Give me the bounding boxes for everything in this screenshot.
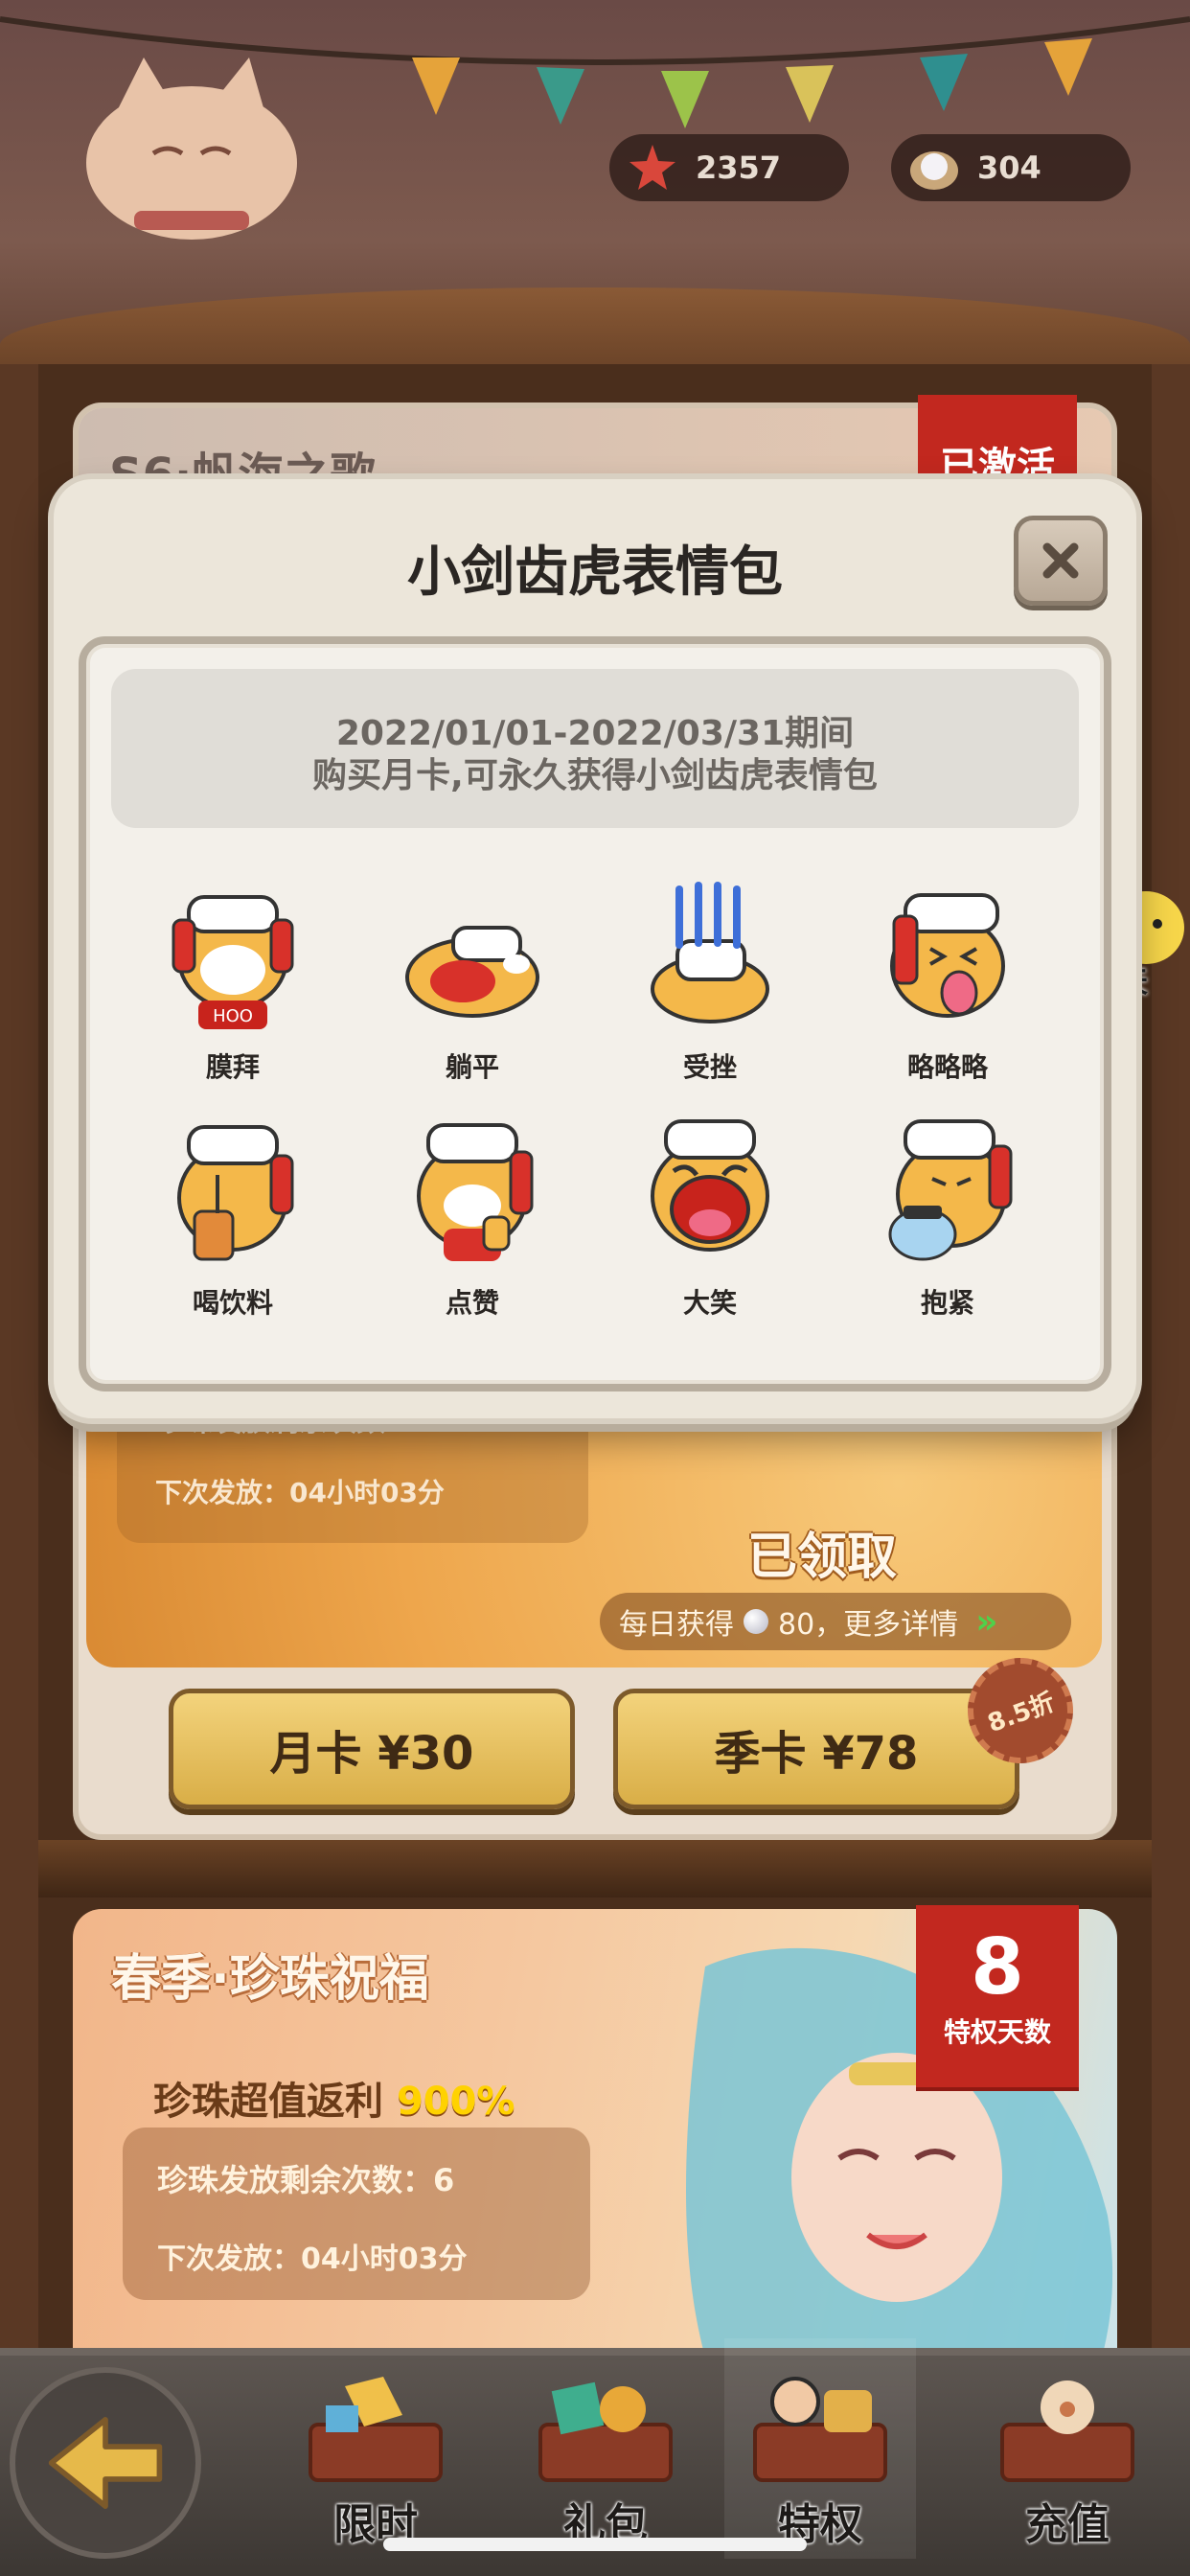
tiger-laugh-icon [651,1119,769,1252]
recharge-crate-icon [1000,2380,1134,2482]
close-icon [1042,542,1079,579]
daily-reward-bar[interactable]: 每日获得 80，更多详情 » [600,1593,1071,1650]
spring-remaining: 珍珠发放剩余次数：6 [157,2162,455,2198]
sticker-hug[interactable]: 抱紧 [866,1117,1029,1319]
privilege-days-count: 8 [971,1922,1024,2012]
rebate-banner: 珍珠超值返利 900% [153,2070,515,2126]
nav-limited[interactable]: 限时 [280,2338,471,2559]
pearl-count: 304 [977,150,1041,186]
arrow-left-icon [48,2417,163,2509]
sticker-label: 躺平 [445,1051,499,1083]
claimed-label: 已领取 [747,1529,898,1586]
nav-gift-pack[interactable]: 礼包 [510,2338,701,2559]
sticker-label: 受挫 [682,1051,737,1083]
season-card-button[interactable]: 季卡 ¥78 [613,1689,1019,1809]
tiger-drink-icon [177,1125,294,1261]
limited-crate-icon [309,2377,443,2482]
spring-next-release: 下次发放：04小时03分 [157,2242,468,2276]
tiger-frustrated-icon [651,882,769,1024]
tiger-tongue-icon [890,893,1005,1018]
tiger-worship-icon: HOO [172,895,294,1029]
daily-label: 每日获得 [619,1608,734,1642]
modal-title: 小剑齿虎表情包 [407,541,783,604]
sticker-thumbs-up[interactable]: 点赞 [391,1117,554,1319]
starfish-currency[interactable]: 2357 [609,134,849,201]
rebate-label: 珍珠超值返利 [153,2080,383,2124]
gift-crate-icon [538,2381,673,2482]
promo-description: 购买月卡,可永久获得小剑齿虎表情包 [312,756,878,795]
double-chevron-right-icon: » [975,1601,998,1642]
sticker-frustrated[interactable]: 受挫 [629,882,791,1083]
shelf-divider [38,1840,1152,1898]
tiger-thumbs-up-icon [417,1123,534,1261]
privilege-crate-icon [753,2377,887,2482]
sticker-label: 膜拜 [205,1051,260,1083]
svg-text:HOO: HOO [213,1006,253,1026]
privilege-days-label: 特权天数 [943,2016,1051,2048]
spring-title: 春季·珍珠祝福 [111,1950,429,2008]
daily-amount: 80，更多详情 [778,1608,959,1642]
sticker-label: 喝饮料 [192,1287,273,1319]
cat-mascot-illustration [86,58,297,240]
sticker-label: 大笑 [682,1287,737,1319]
privilege-days-ribbon: 8 特权天数 [916,1905,1079,2087]
pearl-icon [910,151,958,190]
sticker-drink[interactable]: 喝饮料 [151,1117,314,1319]
sticker-worship[interactable]: HOO 膜拜 [151,882,314,1083]
starfish-icon [629,145,675,190]
sticker-lie-flat[interactable]: 躺平 [391,882,554,1083]
pearl-currency[interactable]: 304 [891,134,1131,201]
promo-notice: 2022/01/01-2022/03/31期间 购买月卡,可永久获得小剑齿虎表情… [111,669,1079,828]
nav-recharge-label: 充值 [1025,2500,1110,2549]
home-indicator[interactable] [383,2538,807,2551]
tiger-hug-icon [888,1119,1013,1261]
nav-privilege[interactable]: 特权 [724,2338,916,2559]
starfish-count: 2357 [696,150,782,186]
pearl-icon [744,1609,768,1634]
nav-recharge[interactable]: 充值 [972,2338,1163,2559]
tiger-lie-flat-icon [405,926,539,1018]
sticker-label: 点赞 [445,1287,499,1319]
next-release: 下次发放：04小时03分 [155,1477,445,1508]
activated-ribbon: 已激活 [918,395,1077,491]
spring-info-box: 珍珠发放剩余次数：6 下次发放：04小时03分 [123,2128,590,2300]
close-button[interactable] [1014,516,1108,606]
rebate-percent: 900% [396,2080,515,2124]
sticker-label: 略略略 [906,1051,988,1083]
sticker-laugh[interactable]: 大笑 [629,1117,791,1319]
back-button[interactable] [10,2367,201,2559]
sticker-label: 抱紧 [920,1287,974,1319]
sticker-tongue[interactable]: 略略略 [866,882,1029,1083]
month-card-button[interactable]: 月卡 ¥30 [169,1689,575,1809]
